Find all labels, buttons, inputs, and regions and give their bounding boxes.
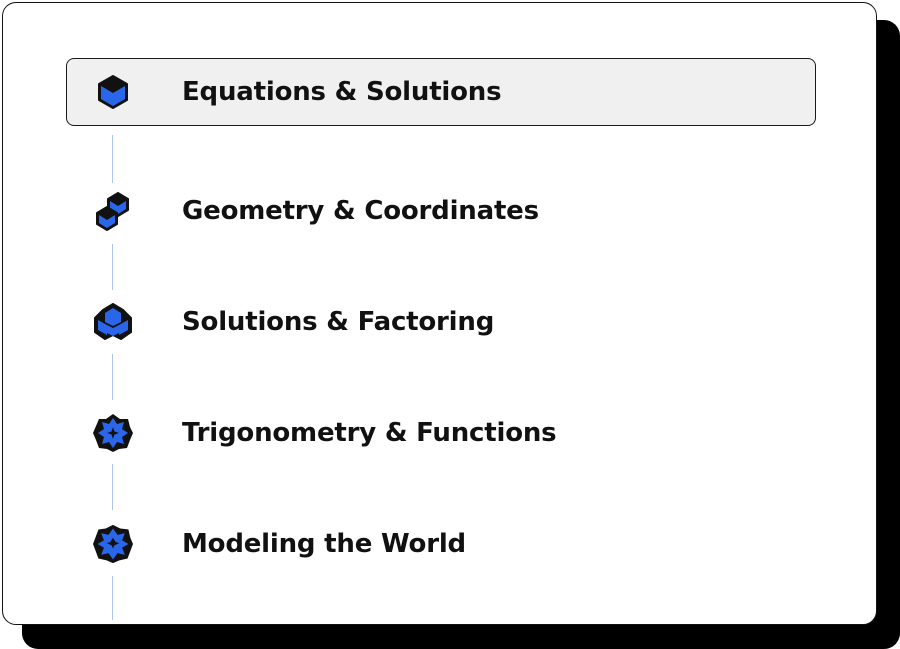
lesson-item-geometry-coordinates[interactable]: Geometry & Coordinates [66, 177, 816, 245]
connector-line [112, 354, 113, 400]
lesson-item-equations-solutions[interactable]: Equations & Solutions [66, 58, 816, 126]
lesson-label: Solutions & Factoring [182, 307, 495, 337]
lesson-label: Trigonometry & Functions [182, 418, 557, 448]
lesson-item-solutions-factoring[interactable]: Solutions & Factoring [66, 288, 816, 356]
connector-line [112, 244, 113, 290]
lesson-item-modeling-the-world[interactable]: Modeling the World [66, 510, 816, 578]
connector-line [112, 135, 113, 183]
cube-star-icon [93, 524, 133, 564]
lesson-item-trigonometry-functions[interactable]: Trigonometry & Functions [66, 399, 816, 467]
three-cubes-icon [93, 302, 133, 342]
connector-line [112, 464, 113, 510]
cube-flower-icon [93, 413, 133, 453]
lesson-label: Equations & Solutions [182, 77, 502, 107]
lesson-label: Modeling the World [182, 529, 466, 559]
two-cubes-icon [93, 191, 133, 231]
lesson-label: Geometry & Coordinates [182, 196, 539, 226]
single-cube-icon [93, 72, 133, 112]
connector-line [112, 576, 113, 620]
